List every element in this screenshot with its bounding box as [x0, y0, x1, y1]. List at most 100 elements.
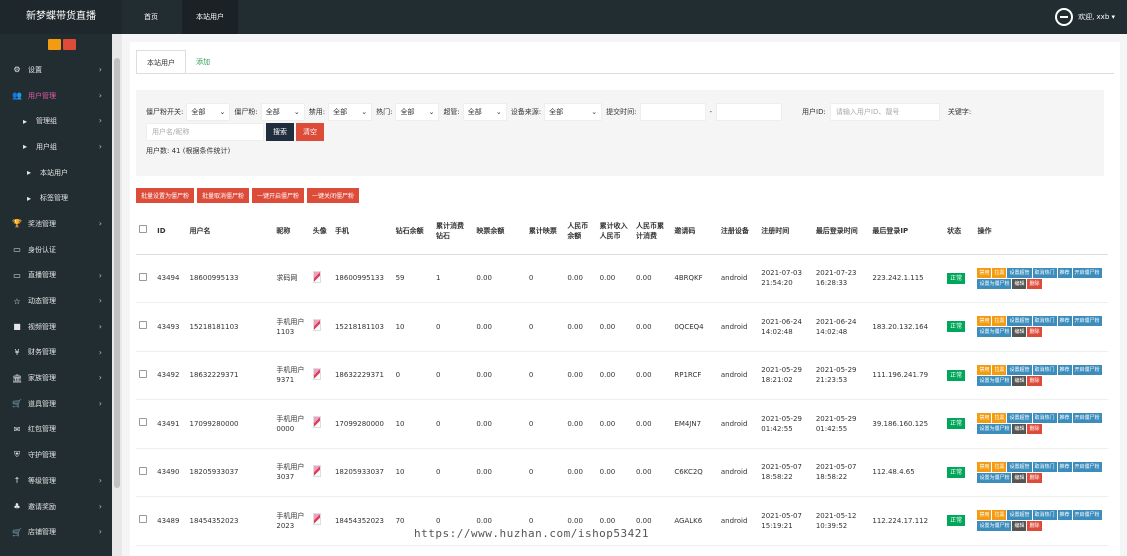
row-checkbox[interactable] [139, 321, 147, 330]
delete-button[interactable]: 删除 [1027, 278, 1042, 289]
enable-all-zombie-button[interactable]: 一键开启僵尸粉 [252, 188, 305, 203]
ban-select[interactable]: 全部 ⌄ [328, 103, 373, 121]
edit-button[interactable]: 编辑 [1012, 327, 1027, 338]
select-all-checkbox[interactable] [139, 225, 147, 234]
hot-select[interactable]: 全部 ⌄ [395, 103, 440, 121]
avatar[interactable] [312, 464, 321, 477]
blacklist-button[interactable]: 拉黑 [992, 364, 1007, 375]
row-checkbox[interactable] [139, 515, 147, 524]
disable-all-zombie-button[interactable]: 一键关闭僵尸粉 [307, 188, 360, 203]
user-menu[interactable]: 欢迎, xxb ▾ [1055, 0, 1115, 34]
device-source-select[interactable]: 全部 ⌄ [544, 103, 603, 121]
avatar[interactable] [312, 513, 321, 526]
edit-button[interactable]: 编辑 [1012, 472, 1027, 483]
start-date-input[interactable] [639, 103, 706, 121]
recommend-button[interactable]: 推荐 [1057, 461, 1072, 472]
recommend-button[interactable]: 推荐 [1057, 413, 1072, 424]
tab-home[interactable]: 首页 [130, 0, 172, 34]
sidebar-item[interactable]: ⚙ 设置 › [0, 57, 112, 83]
ban-button[interactable]: 禁用 [977, 510, 992, 521]
blacklist-button[interactable]: 拉黑 [992, 413, 1007, 424]
end-date-input[interactable] [716, 103, 783, 121]
enable-zombie-button[interactable]: 开启僵尸粉 [1072, 364, 1102, 375]
blacklist-button[interactable]: 拉黑 [992, 461, 1007, 472]
edit-button[interactable]: 编辑 [1012, 375, 1027, 386]
delete-button[interactable]: 删除 [1027, 424, 1042, 435]
set-super-admin-button[interactable]: 设置超管 [1007, 413, 1032, 424]
bulk-cancel-zombie-button[interactable]: 批量取消僵尸粉 [197, 188, 250, 203]
set-zombie-button[interactable]: 设置为僵尸粉 [977, 278, 1012, 289]
avatar[interactable] [312, 416, 321, 429]
cancel-hot-button[interactable]: 取消热门 [1032, 316, 1057, 327]
enable-zombie-button[interactable]: 开启僵尸粉 [1072, 510, 1102, 521]
zombie-fans-select[interactable]: 全部 ⌄ [260, 103, 305, 121]
sidebar-item[interactable]: ■ 视频管理 › [0, 314, 112, 340]
delete-button[interactable]: 删除 [1027, 521, 1042, 532]
avatar[interactable] [312, 367, 321, 380]
bulk-set-zombie-button[interactable]: 批量设置为僵尸粉 [136, 188, 195, 203]
enable-zombie-button[interactable]: 开启僵尸粉 [1072, 267, 1102, 278]
recommend-button[interactable]: 推荐 [1057, 267, 1072, 278]
sidebar-scrollbar[interactable] [112, 34, 122, 556]
sidebar-item[interactable]: 🛒 店铺管理 › [0, 519, 112, 545]
set-super-admin-button[interactable]: 设置超管 [1007, 364, 1032, 375]
sidebar-item[interactable]: ▸ 管理组 › [0, 108, 112, 134]
blacklist-button[interactable]: 拉黑 [992, 316, 1007, 327]
cancel-hot-button[interactable]: 取消热门 [1032, 364, 1057, 375]
set-super-admin-button[interactable]: 设置超管 [1007, 510, 1032, 521]
ban-button[interactable]: 禁用 [977, 364, 992, 375]
sidebar-item[interactable]: ✉ 红包管理 [0, 417, 112, 443]
sidebar-item[interactable]: ▸ 本站用户 [0, 160, 112, 186]
set-super-admin-button[interactable]: 设置超管 [1007, 267, 1032, 278]
ban-button[interactable]: 禁用 [977, 413, 992, 424]
avatar[interactable] [312, 270, 321, 283]
set-super-admin-button[interactable]: 设置超管 [1007, 316, 1032, 327]
set-zombie-button[interactable]: 设置为僵尸粉 [977, 521, 1012, 532]
blacklist-button[interactable]: 拉黑 [992, 510, 1007, 521]
delete-button[interactable]: 删除 [1027, 327, 1042, 338]
tab-site-users[interactable]: 本站用户 [182, 0, 238, 34]
zombie-switch-select[interactable]: 全部 ⌄ [186, 103, 231, 121]
cancel-hot-button[interactable]: 取消热门 [1032, 413, 1057, 424]
edit-button[interactable]: 编辑 [1012, 278, 1027, 289]
ban-button[interactable]: 禁用 [977, 267, 992, 278]
enable-zombie-button[interactable]: 开启僵尸粉 [1072, 461, 1102, 472]
sidebar-item[interactable]: 🏛 家族管理 › [0, 365, 112, 391]
set-zombie-button[interactable]: 设置为僵尸粉 [977, 375, 1012, 386]
ban-button[interactable]: 禁用 [977, 461, 992, 472]
avatar[interactable] [312, 319, 321, 332]
enable-zombie-button[interactable]: 开启僵尸粉 [1072, 316, 1102, 327]
sidebar-item[interactable]: 🏆 奖池管理 › [0, 211, 112, 237]
edit-button[interactable]: 编辑 [1012, 521, 1027, 532]
name-input[interactable]: 用户名/昵称 [146, 123, 264, 141]
sidebar-item[interactable]: ▭ 身份认证 [0, 237, 112, 263]
sidebar-item[interactable]: 🛒 道具管理 › [0, 391, 112, 417]
set-zombie-button[interactable]: 设置为僵尸粉 [977, 472, 1012, 483]
app-brand[interactable]: 新梦蝶带货直播 [0, 0, 122, 34]
row-checkbox[interactable] [139, 272, 147, 281]
cancel-hot-button[interactable]: 取消热门 [1032, 510, 1057, 521]
sidebar-item[interactable]: ▸ 标签管理 [0, 185, 112, 211]
search-button[interactable]: 搜索 [266, 123, 294, 141]
ban-button[interactable]: 禁用 [977, 316, 992, 327]
blacklist-button[interactable]: 拉黑 [992, 267, 1007, 278]
row-checkbox[interactable] [139, 369, 147, 378]
edit-button[interactable]: 编辑 [1012, 424, 1027, 435]
delete-button[interactable]: 删除 [1027, 375, 1042, 386]
cancel-hot-button[interactable]: 取消热门 [1032, 461, 1057, 472]
sidebar-item[interactable]: ⛨ 守护管理 [0, 442, 112, 468]
row-checkbox[interactable] [139, 466, 147, 475]
trash-icon[interactable] [63, 39, 76, 50]
super-admin-select[interactable]: 全部 ⌄ [462, 103, 507, 121]
home-icon[interactable] [48, 39, 61, 50]
tab-add[interactable]: 添加 [186, 50, 220, 74]
sidebar-item[interactable]: ¥ 财务管理 › [0, 340, 112, 366]
scroll-thumb[interactable] [114, 58, 120, 488]
sidebar-item[interactable]: ▭ 直播管理 › [0, 263, 112, 289]
row-checkbox[interactable] [139, 418, 147, 427]
set-zombie-button[interactable]: 设置为僵尸粉 [977, 327, 1012, 338]
set-super-admin-button[interactable]: 设置超管 [1007, 461, 1032, 472]
recommend-button[interactable]: 推荐 [1057, 510, 1072, 521]
recommend-button[interactable]: 推荐 [1057, 364, 1072, 375]
enable-zombie-button[interactable]: 开启僵尸粉 [1072, 413, 1102, 424]
